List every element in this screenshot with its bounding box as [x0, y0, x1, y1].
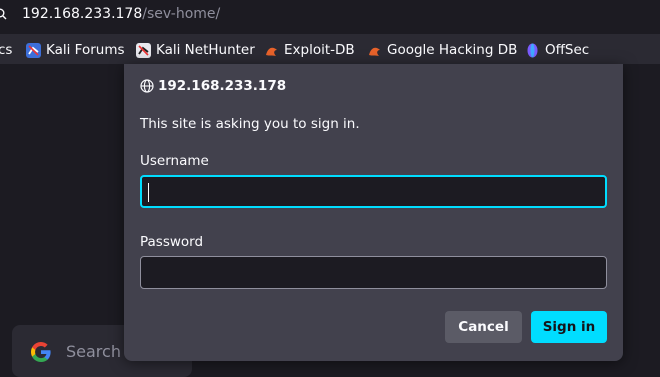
bookmark-label: cs [0, 42, 13, 58]
bookmark-label: Kali Forums [46, 42, 125, 58]
cancel-button[interactable]: Cancel [445, 311, 522, 343]
url-text[interactable]: 192.168.233.178/sev-home/ [22, 6, 220, 22]
bookmark-truncated[interactable]: cs [0, 41, 12, 59]
search-icon [0, 8, 7, 20]
bookmark-label: Exploit-DB [284, 42, 355, 58]
bookmark-offsec[interactable]: OffSec [525, 41, 589, 59]
text-caret [148, 183, 149, 202]
bookmark-label: Kali NetHunter [156, 42, 255, 58]
sign-in-dialog: 192.168.233.178 This site is asking you … [124, 64, 623, 361]
exploit-db-icon [266, 47, 277, 56]
username-input[interactable] [140, 175, 607, 208]
kali-forums-icon [26, 42, 41, 58]
password-label: Password [140, 234, 204, 250]
bookmarks-toolbar: cs Kali Forums Kali NetHunter Exploit-DB… [0, 34, 660, 64]
bookmark-exploit-db[interactable]: Exploit-DB [264, 41, 355, 59]
google-icon [31, 342, 51, 362]
dialog-host-text: 192.168.233.178 [158, 78, 287, 94]
bookmark-google-hacking-db[interactable]: Google Hacking DB [367, 41, 517, 59]
sign-in-button[interactable]: Sign in [531, 311, 607, 343]
bookmark-label: Google Hacking DB [387, 42, 518, 58]
globe-icon [140, 79, 154, 93]
url-bar[interactable]: 192.168.233.178/sev-home/ [0, 0, 660, 30]
dialog-message: This site is asking you to sign in. [140, 116, 360, 132]
bookmark-kali-nethunter[interactable]: Kali NetHunter [136, 41, 255, 59]
offsec-icon [527, 43, 538, 57]
dialog-host: 192.168.233.178 [140, 78, 286, 94]
url-path: /sev-home/ [142, 6, 221, 22]
search-placeholder: Search [66, 342, 121, 361]
kali-nethunter-icon [136, 42, 151, 58]
exploit-db-icon [369, 47, 380, 56]
username-label: Username [140, 153, 209, 169]
bookmark-kali-forums[interactable]: Kali Forums [26, 41, 125, 59]
url-host: 192.168.233.178 [22, 6, 143, 22]
password-input[interactable] [140, 256, 607, 289]
bookmark-label: OffSec [545, 42, 590, 58]
